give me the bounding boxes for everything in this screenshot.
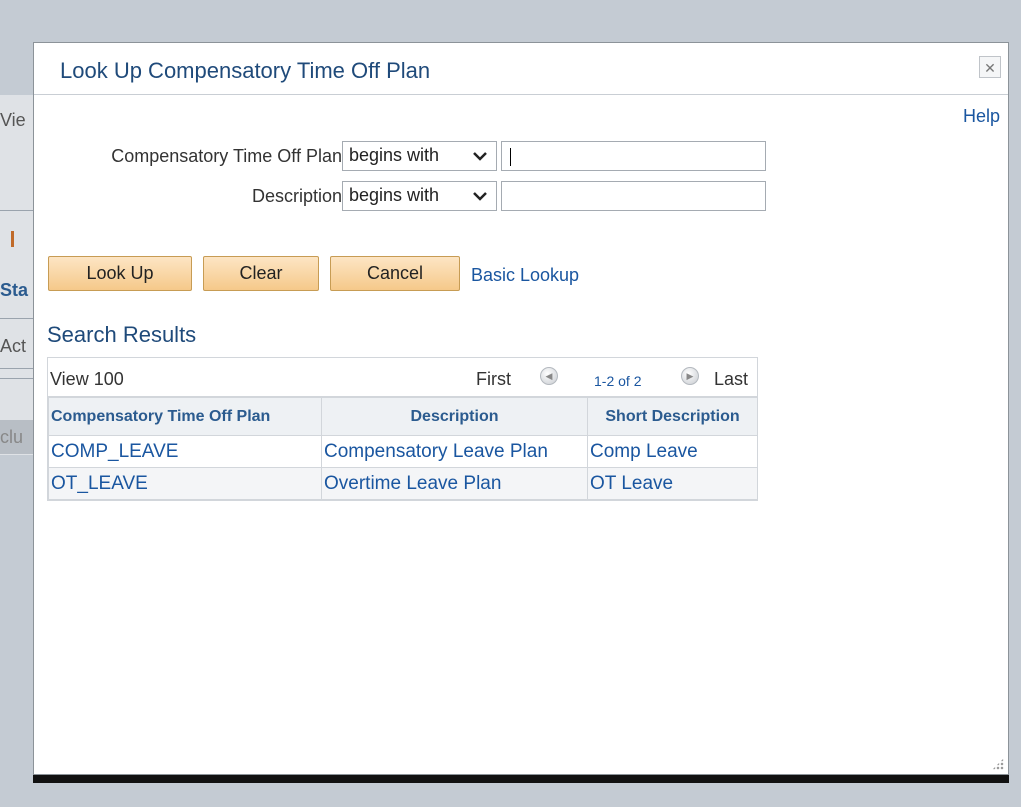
dialog-title: Look Up Compensatory Time Off Plan — [60, 58, 431, 83]
search-results-title: Search Results — [47, 322, 197, 347]
dialog-header: Look Up Compensatory Time Off Plan ✕ — [34, 43, 1008, 95]
operator-value: begins with — [349, 145, 440, 165]
clear-button[interactable]: Clear — [203, 256, 319, 291]
column-header-plan[interactable]: Compensatory Time Off Plan — [48, 397, 322, 436]
criteria-row-plan: Compensatory Time Off Plan — [34, 141, 342, 173]
cell-plan[interactable]: OT_LEAVE — [48, 467, 322, 500]
cell-description[interactable]: Overtime Leave Plan — [321, 467, 588, 500]
cell-short-description[interactable]: OT Leave — [587, 467, 758, 500]
results-table: Compensatory Time Off Plan Description S… — [48, 397, 758, 500]
plan-search-input[interactable] — [501, 141, 766, 171]
row-count: 1-2 of 2 — [594, 373, 642, 389]
view-all-link[interactable]: View 100 — [50, 369, 124, 390]
chevron-down-icon — [472, 187, 488, 208]
lookup-button[interactable]: Look Up — [48, 256, 192, 291]
help-link[interactable]: Help — [963, 106, 1000, 127]
column-header-description[interactable]: Description — [321, 397, 588, 436]
close-icon[interactable]: ✕ — [979, 56, 1001, 78]
next-arrow-icon[interactable]: ▶ — [681, 367, 699, 385]
background-divider — [0, 378, 36, 379]
table-row[interactable]: COMP_LEAVE Compensatory Leave Plan Comp … — [48, 435, 758, 468]
table-header-row: Compensatory Time Off Plan Description S… — [48, 397, 758, 436]
first-label: First — [476, 369, 511, 389]
cell-description[interactable]: Compensatory Leave Plan — [321, 435, 588, 468]
cancel-button[interactable]: Cancel — [330, 256, 460, 291]
background-divider — [0, 368, 36, 369]
cell-short-description[interactable]: Comp Leave — [587, 435, 758, 468]
cell-plan[interactable]: COMP_LEAVE — [48, 435, 322, 468]
criteria-label-plan: Compensatory Time Off Plan — [111, 146, 342, 166]
operator-select-description[interactable]: begins with — [342, 181, 497, 211]
basic-lookup-link[interactable]: Basic Lookup — [471, 265, 579, 286]
previous-arrow-icon[interactable]: ◀ — [540, 367, 558, 385]
chevron-down-icon — [472, 147, 488, 168]
results-grid: View 100 First ◀ 1-2 of 2 ▶ Last Compens… — [47, 357, 758, 501]
resize-handle-icon[interactable] — [992, 758, 1004, 770]
table-row[interactable]: OT_LEAVE Overtime Leave Plan OT Leave — [48, 467, 758, 500]
text-caret — [510, 148, 511, 166]
description-search-input[interactable] — [501, 181, 766, 211]
background-divider — [0, 318, 36, 319]
criteria-row-description: Description — [34, 181, 342, 213]
background-accent-bar — [11, 231, 14, 247]
criteria-label-description: Description — [251, 186, 342, 206]
lookup-dialog: Look Up Compensatory Time Off Plan ✕ Hel… — [33, 42, 1009, 775]
operator-value: begins with — [349, 185, 440, 205]
grid-navigation: View 100 First ◀ 1-2 of 2 ▶ Last — [48, 358, 757, 397]
last-label: Last — [714, 369, 749, 389]
column-header-short-description[interactable]: Short Description — [587, 397, 758, 436]
background-divider — [0, 210, 36, 211]
background-page-panel — [0, 95, 36, 455]
operator-select-plan[interactable]: begins with — [342, 141, 497, 171]
